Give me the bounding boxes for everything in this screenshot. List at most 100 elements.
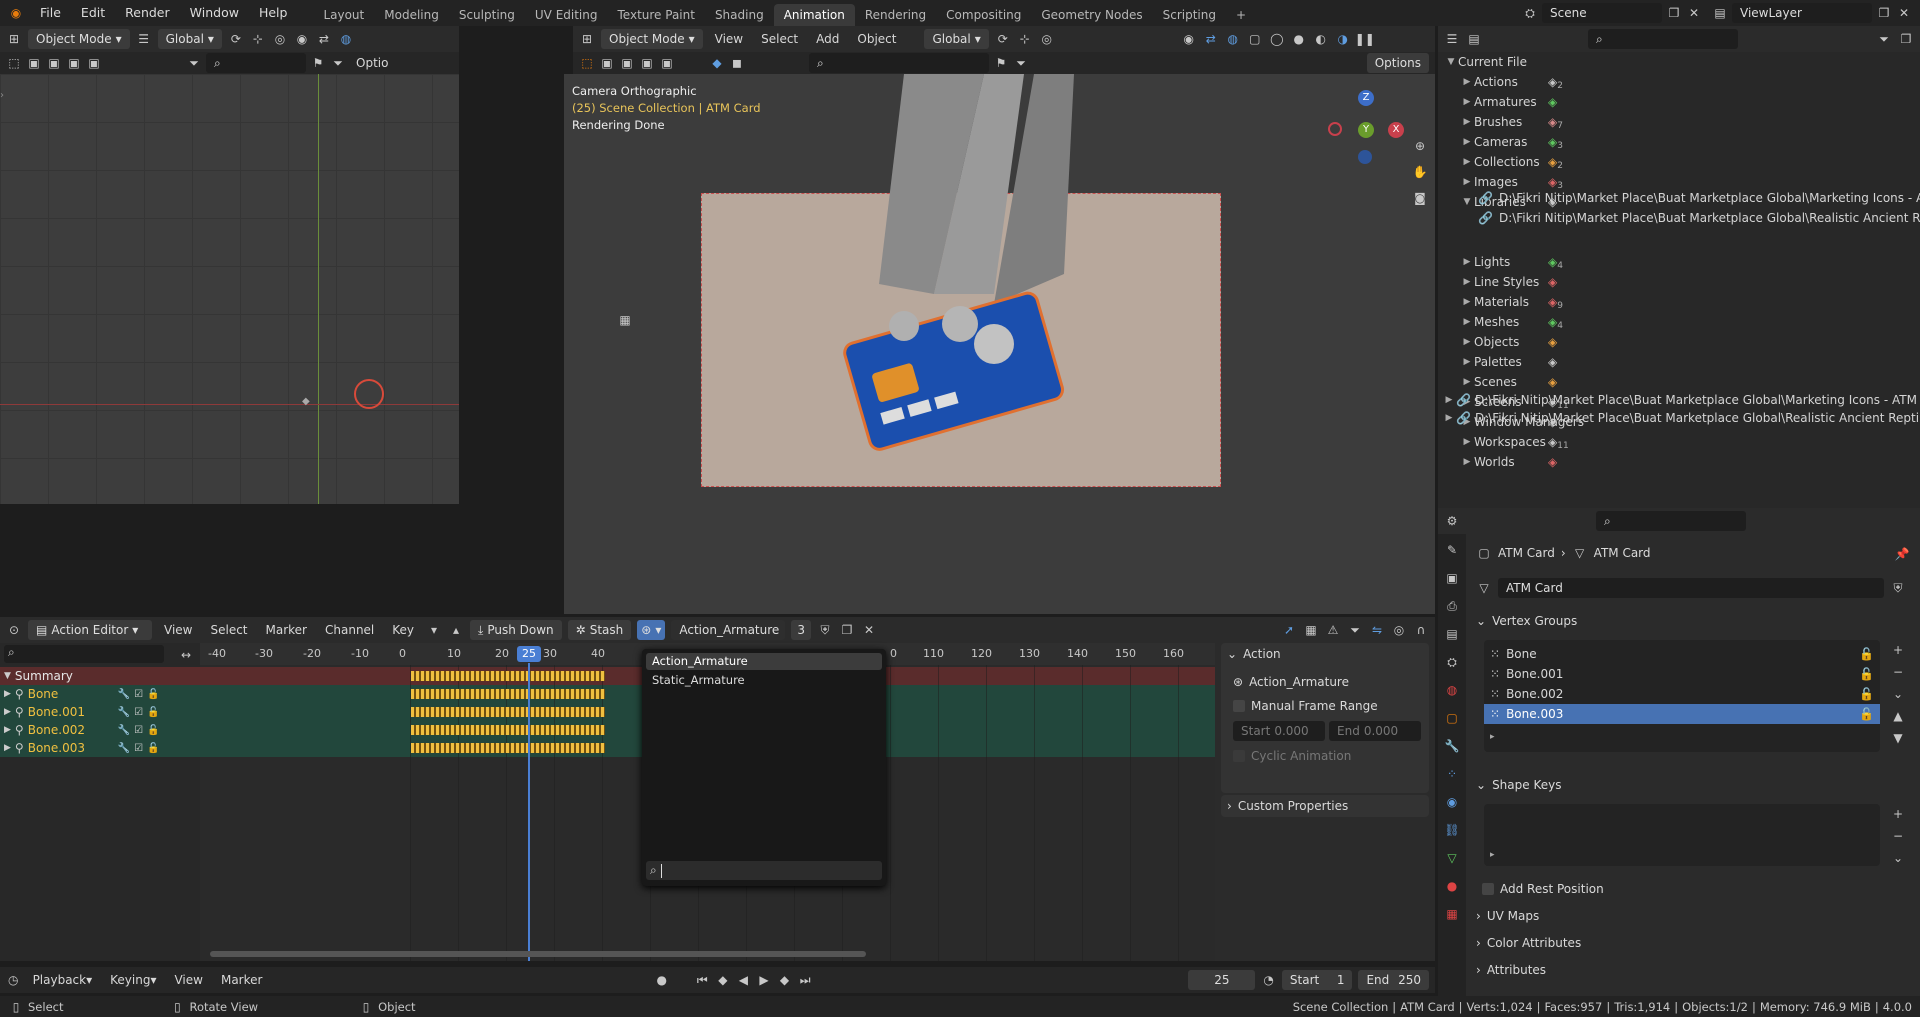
shape-keys-header[interactable]: ⌄ Shape Keys xyxy=(1476,774,1561,796)
left-orientation-dropdown[interactable]: Global ▾ xyxy=(157,29,222,49)
manual-range-row[interactable]: Manual Frame Range xyxy=(1233,695,1378,717)
main-editor-type-icon[interactable]: ⊞ xyxy=(579,31,595,47)
outliner-search[interactable]: ⌕ xyxy=(1588,29,1738,49)
ae-filter-icon[interactable]: ⏷ xyxy=(1347,622,1363,638)
wireframe-shading-icon[interactable]: ◯ xyxy=(1269,31,1285,47)
main-visibility-icon[interactable]: ◉ xyxy=(1181,31,1197,47)
chevron-right-icon[interactable]: ▶ xyxy=(4,725,11,735)
visibility-icon[interactable]: ◉ xyxy=(294,31,310,47)
chevron-right-icon[interactable]: ▶ xyxy=(1460,277,1474,287)
gizmo-icon[interactable]: ⇄ xyxy=(316,31,332,47)
sync-length-icon[interactable]: ↔ xyxy=(178,647,194,663)
summary-keyframes[interactable] xyxy=(411,671,605,681)
main-mode-dropdown[interactable]: Object Mode ▾ xyxy=(601,29,703,49)
material-tab-icon[interactable]: ● xyxy=(1444,878,1460,894)
outliner-item-collections[interactable]: ▶ Collections ◈ 2 xyxy=(1460,152,1563,172)
mesh-filter-icon[interactable]: ◼ xyxy=(729,55,745,71)
vertex-group-row[interactable]: ⁙ Bone.001 🔓 xyxy=(1484,664,1880,684)
snap-icon[interactable]: ⊹ xyxy=(250,31,266,47)
checkbox-icon[interactable]: ☑ xyxy=(134,725,143,736)
main-select-mode-icon[interactable]: ▣ xyxy=(599,55,615,71)
tab-rendering[interactable]: Rendering xyxy=(855,4,936,26)
attributes-header[interactable]: › Attributes xyxy=(1476,959,1546,981)
bone-002-keyframes[interactable] xyxy=(411,725,605,735)
zoom-icon[interactable]: ⊕ xyxy=(1412,138,1428,154)
delete-view-layer-icon[interactable]: ✕ xyxy=(1896,5,1912,21)
overlay-icon[interactable]: ◍ xyxy=(338,31,354,47)
select-box-icon[interactable]: ⬚ xyxy=(6,55,22,71)
proportional-edit-icon[interactable]: ◎ xyxy=(1391,622,1407,638)
channel-row[interactable]: ▶ ⚲ Bone.002 🔧 ☑ 🔓 xyxy=(0,721,200,739)
menu-render[interactable]: Render xyxy=(115,0,180,26)
gizmo-neg-z[interactable] xyxy=(1358,150,1372,164)
falloff-icon[interactable]: ∩ xyxy=(1413,622,1429,638)
vertex-group-row[interactable]: ⁙ Bone.002 🔓 xyxy=(1484,684,1880,704)
new-view-layer-icon[interactable]: ❐ xyxy=(1876,5,1892,21)
vertex-group-row[interactable]: ⁙ Bone 🔓 xyxy=(1484,644,1880,664)
data-tab-icon[interactable]: ▽ xyxy=(1444,850,1460,866)
timeline-editor-icon[interactable]: ◷ xyxy=(6,972,21,988)
chevron-right-icon[interactable]: ▶ xyxy=(1460,77,1474,87)
main-select-invert-icon[interactable]: ▣ xyxy=(659,55,675,71)
main-viewport[interactable]: Camera Orthographic (25) Scene Collectio… xyxy=(564,74,1435,614)
start-frame-field[interactable]: Start 1 xyxy=(1281,970,1353,990)
view-layer-selector[interactable]: ViewLayer xyxy=(1732,3,1872,23)
chevron-right-icon[interactable]: ▶ xyxy=(4,743,11,753)
outliner-item-materials[interactable]: ▶ Materials ◈ 9 xyxy=(1460,292,1563,312)
material-shading-icon[interactable]: ◐ xyxy=(1313,31,1329,47)
outliner-item-cameras[interactable]: ▶ Cameras ◈ 3 xyxy=(1460,132,1563,152)
filter-funnel-icon[interactable]: ⏷ xyxy=(330,55,346,71)
timeline-menu-view[interactable]: View xyxy=(168,973,208,987)
jump-start-icon[interactable]: ⏮ xyxy=(695,972,710,988)
chevron-right-icon[interactable]: ▶ xyxy=(1460,297,1474,307)
properties-search[interactable]: ⌕ xyxy=(1596,511,1746,531)
current-frame-field[interactable]: 25 xyxy=(1188,970,1256,990)
range-start-field[interactable]: Start 0.000 xyxy=(1233,721,1325,741)
lock-icon[interactable]: 🔓 xyxy=(147,743,159,754)
chevron-right-icon[interactable]: ▶ xyxy=(4,689,11,699)
horizontal-scrollbar[interactable] xyxy=(210,951,866,957)
lock-icon[interactable]: 🔓 xyxy=(147,689,159,700)
main-bookmark-icon[interactable]: ⚑ xyxy=(993,55,1009,71)
menu-file[interactable]: File xyxy=(30,0,71,26)
list-expand-icon[interactable]: ▸ xyxy=(1490,732,1495,742)
blender-logo-icon[interactable]: ◉ xyxy=(8,5,24,21)
chevron-right-icon[interactable]: ▶ xyxy=(1460,177,1474,187)
outliner-item-meshes[interactable]: ▶ Meshes ◈ 4 xyxy=(1460,312,1563,332)
wrench-icon[interactable]: 🔧 xyxy=(118,725,130,736)
scene-tab-icon[interactable]: ⛭ xyxy=(1444,654,1460,670)
physics-tab-icon[interactable]: ◉ xyxy=(1444,794,1460,810)
pivot-icon[interactable]: ⟳ xyxy=(228,31,244,47)
action-option-static-armature[interactable]: Static_Armature xyxy=(646,672,882,689)
main-filter-funnel-icon[interactable]: ⏷ xyxy=(1013,55,1029,71)
pause-icon[interactable]: ❚❚ xyxy=(1355,31,1375,47)
tab-modeling[interactable]: Modeling xyxy=(374,4,449,26)
custom-properties-box[interactable]: › Custom Properties xyxy=(1221,795,1429,817)
timeline-menu-playback[interactable]: Playback▾ xyxy=(27,973,99,987)
left-mode-dropdown[interactable]: Object Mode ▾ xyxy=(28,29,130,49)
channel-row[interactable]: ▶ ⚲ Bone.001 🔧 ☑ 🔓 xyxy=(0,703,200,721)
film-clip-icon[interactable]: ▦ xyxy=(617,312,633,328)
chevron-right-icon[interactable]: ▶ xyxy=(1460,257,1474,267)
show-hidden-icon[interactable]: ▦ xyxy=(1303,622,1319,638)
playhead[interactable] xyxy=(528,663,530,961)
object-tab-icon[interactable]: ▢ xyxy=(1444,710,1460,726)
action-panel-header[interactable]: ⌄ Action xyxy=(1227,643,1281,665)
main-gizmo-icon[interactable]: ⇄ xyxy=(1203,31,1219,47)
range-end-field[interactable]: End 0.000 xyxy=(1329,721,1421,741)
action-users-count[interactable]: 3 xyxy=(791,620,811,640)
select-mode-icon[interactable]: ▣ xyxy=(26,55,42,71)
lock-icon[interactable]: 🔓 xyxy=(1859,667,1874,681)
only-selected-icon[interactable]: ➚ xyxy=(1281,622,1297,638)
mesh-data-icon[interactable]: ▽ xyxy=(1476,580,1492,596)
tab-layout[interactable]: Layout xyxy=(313,4,374,26)
left-toolbar-toggle-icon[interactable]: › xyxy=(0,90,4,101)
filter-icon[interactable]: ⏷ xyxy=(186,55,202,71)
browse-action-button[interactable]: ⊛ ▾ xyxy=(637,620,666,640)
manual-range-checkbox[interactable] xyxy=(1233,700,1245,712)
solid-shading-icon[interactable]: ● xyxy=(1291,31,1307,47)
remove-icon[interactable]: − xyxy=(1890,664,1906,680)
ae-menu-marker[interactable]: Marker xyxy=(260,623,313,637)
main-pivot-icon[interactable]: ⟳ xyxy=(995,31,1011,47)
add-icon[interactable]: + xyxy=(1890,806,1906,822)
